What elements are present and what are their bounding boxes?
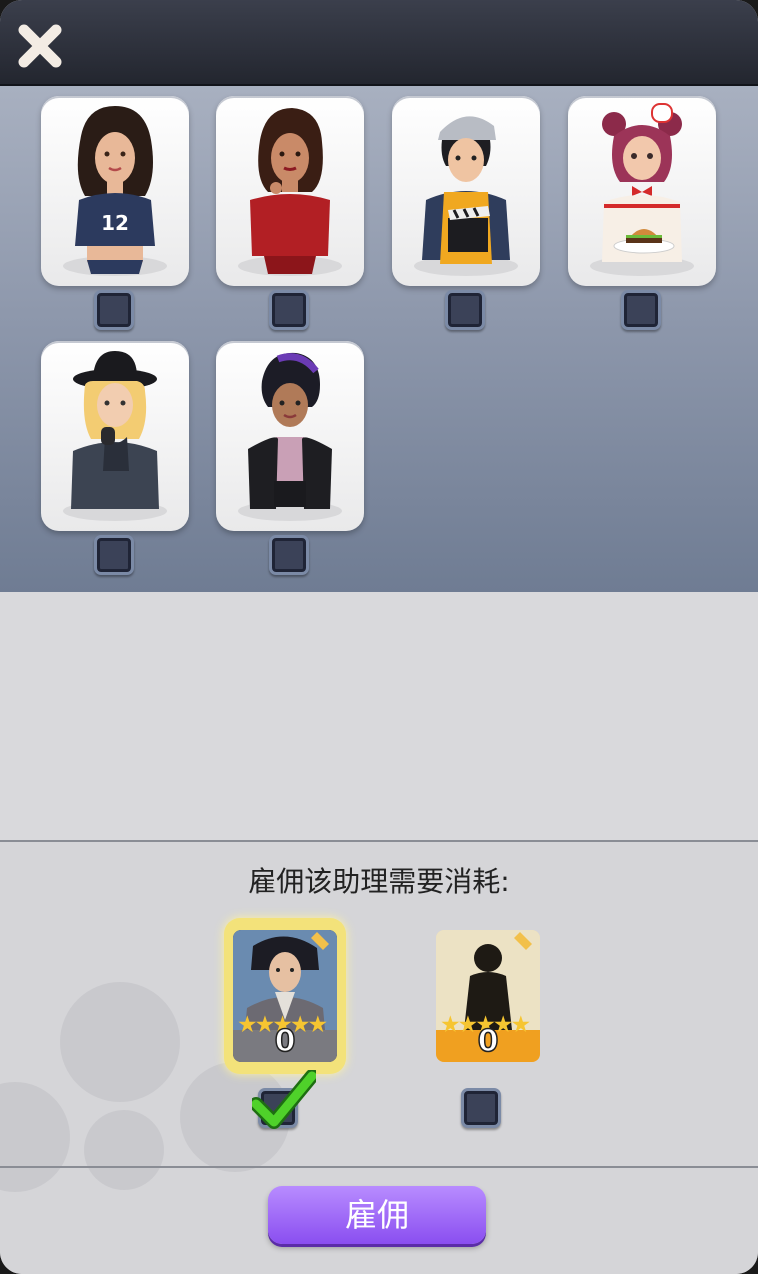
decorative-circle [60,982,180,1102]
portrait-man-clapperboard-icon [414,116,518,276]
character-checkbox-3[interactable] [445,290,485,330]
jersey-number: 12 [101,211,129,235]
character-card-4[interactable] [568,96,716,286]
checkmark-icon [252,1070,316,1129]
character-card-6[interactable] [216,341,364,531]
portrait-chef-girl-burger-icon [590,103,694,276]
divider-bottom [0,1166,758,1168]
character-checkbox-6[interactable] [269,535,309,575]
portrait-woman-red-top-icon [238,108,342,276]
cost-count-2: 0 [477,1023,499,1060]
empty-area [0,592,758,840]
cost-card-1[interactable]: ★★★★★ 0 [233,930,337,1062]
cost-count-1: 0 [274,1023,296,1060]
cost-checkbox-2[interactable] [461,1088,501,1128]
close-button[interactable] [14,20,66,72]
character-card-2[interactable] [216,96,364,286]
portrait-woman-leather-jacket-icon [238,352,342,521]
character-checkbox-1[interactable] [94,290,134,330]
character-card-1[interactable]: 12 [41,96,189,286]
decorative-circle [0,1082,70,1192]
character-checkbox-4[interactable] [621,290,661,330]
character-card-3[interactable] [392,96,540,286]
decorative-circle [84,1110,164,1190]
portrait-woman-football-jersey-icon: 12 [63,106,167,276]
character-checkbox-5[interactable] [94,535,134,575]
character-checkbox-2[interactable] [269,290,309,330]
hire-button[interactable]: 雇佣 [268,1186,486,1244]
cost-prompt: 雇佣该助理需要消耗: [248,865,510,898]
close-icon [18,24,62,68]
portrait-woman-black-hat-icon [63,351,167,521]
cost-card-2[interactable]: ★★★★★ 0 [436,930,540,1062]
character-card-5[interactable] [41,341,189,531]
hire-assistant-panel: 12 雇佣该助理需要消耗: ★★★★★ 0 ★★★★★ 0 雇佣 [0,0,758,1274]
header-bar [0,0,758,86]
character-grid: 12 [0,86,758,592]
